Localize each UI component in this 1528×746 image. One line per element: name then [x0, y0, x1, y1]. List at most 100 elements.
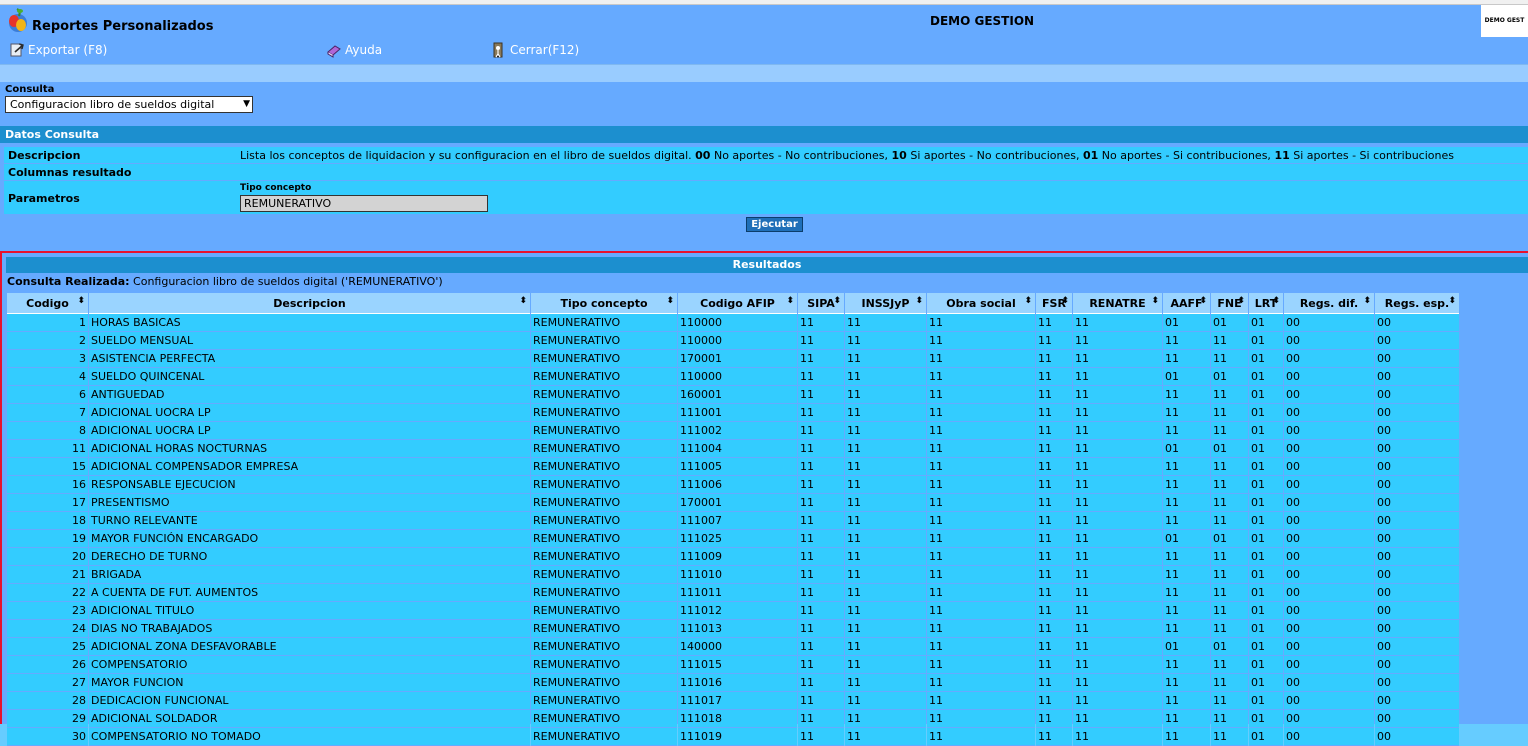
table-cell: 11 [845, 728, 926, 746]
table-cell: 00 [1284, 458, 1374, 476]
table-row[interactable]: 2 SUELDO MENSUAL REMUNERATIVO 110000 11 11 11 1… [7, 332, 1459, 350]
table-row[interactable]: 1 HORAS BASICAS REMUNERATIVO 110000 11 11 11 11… [7, 314, 1459, 332]
table-cell: 00 [1284, 440, 1374, 458]
table-cell: 00 [1375, 548, 1459, 566]
table-cell: 111005 [678, 458, 797, 476]
results-table: Codigo ⬍ Descripcion ⬍ Tipo concepto ⬍ Codigo … [6, 293, 1460, 746]
column-header-fsr[interactable]: FSR ⬍ [1036, 293, 1072, 314]
column-header-sipa[interactable]: SIPA ⬍ [798, 293, 844, 314]
table-cell: 00 [1375, 638, 1459, 656]
table-row[interactable]: 22 A CUENTA DE FUT. AUMENTOS REMUNERATIVO 1… [7, 584, 1459, 602]
table-row[interactable]: 8 ADICIONAL UOCRA LP REMUNERATIVO 111002 11 1… [7, 422, 1459, 440]
table-row[interactable]: 26 COMPENSATORIO REMUNERATIVO 111015 11 11 11 1… [7, 656, 1459, 674]
table-row[interactable]: 16 RESPONSABLE EJECUCION REMUNERATIVO 11100… [7, 476, 1459, 494]
table-cell: ADICIONAL HORAS NOCTURNAS [89, 440, 530, 458]
help-button[interactable]: Ayuda [326, 42, 382, 58]
table-cell: 11 [1036, 422, 1072, 440]
table-cell: 140000 [678, 638, 797, 656]
table-cell: 11 [1163, 674, 1210, 692]
column-header-label: Regs. dif. [1299, 296, 1359, 310]
column-header-regs-dif[interactable]: Regs. dif. ⬍ [1284, 293, 1374, 314]
column-header-label: Tipo concepto [560, 296, 648, 310]
table-cell: 11 [798, 440, 844, 458]
table-cell: 11 [927, 422, 1035, 440]
table-cell: DERECHO DE TURNO [89, 548, 530, 566]
sort-arrows-icon[interactable]: ⬍ [1199, 296, 1207, 306]
table-row[interactable]: 19 MAYOR FUNCIÓN ENCARGADO REMUNERATIVO 111… [7, 530, 1459, 548]
table-row[interactable]: 6 ANTIGUEDAD REMUNERATIVO 160001 11 11 11 11 11 1… [7, 386, 1459, 404]
table-cell: 11 [927, 620, 1035, 638]
table-cell: REMUNERATIVO [531, 494, 677, 512]
sort-arrows-icon[interactable]: ⬍ [786, 296, 794, 306]
consulta-select[interactable]: Configuracion libro de sueldos digital ▼ [5, 96, 253, 113]
column-header-codigo[interactable]: Codigo ⬍ [7, 293, 88, 314]
column-header-tipo-concepto[interactable]: Tipo concepto ⬍ [531, 293, 677, 314]
table-cell: 111016 [678, 674, 797, 692]
table-cell: 11 [798, 656, 844, 674]
tipo-concepto-input[interactable]: REMUNERATIVO [240, 195, 488, 212]
sort-arrows-icon[interactable]: ⬍ [1151, 296, 1159, 306]
table-row[interactable]: 4 SUELDO QUINCENAL REMUNERATIVO 110000 11 11 1… [7, 368, 1459, 386]
column-header-aaff[interactable]: AAFF ⬍ [1163, 293, 1210, 314]
column-header-codigo-afip[interactable]: Codigo AFIP ⬍ [678, 293, 797, 314]
column-header-fne[interactable]: FNE ⬍ [1211, 293, 1248, 314]
table-row[interactable]: 11 ADICIONAL HORAS NOCTURNAS REMUNERATIVO 1… [7, 440, 1459, 458]
sort-arrows-icon[interactable]: ⬍ [915, 296, 923, 306]
table-row[interactable]: 30 COMPENSATORIO NO TOMADO REMUNERATIVO 111… [7, 728, 1459, 746]
table-row[interactable]: 27 MAYOR FUNCION REMUNERATIVO 111016 11 11 11 1… [7, 674, 1459, 692]
table-cell: HORAS BASICAS [89, 314, 530, 332]
table-cell: REMUNERATIVO [531, 674, 677, 692]
table-cell: 11 [845, 638, 926, 656]
sort-arrows-icon[interactable]: ⬍ [666, 296, 674, 306]
column-header-descripcion[interactable]: Descripcion ⬍ [89, 293, 530, 314]
sort-arrows-icon[interactable]: ⬍ [1024, 296, 1032, 306]
table-cell: 01 [1249, 368, 1283, 386]
export-button[interactable]: Exportar (F8) [9, 42, 107, 57]
table-cell: 11 [1073, 620, 1162, 638]
table-row[interactable]: 15 ADICIONAL COMPENSADOR EMPRESA REMUNERAT… [7, 458, 1459, 476]
table-row[interactable]: 29 ADICIONAL SOLDADOR REMUNERATIVO 111018 11… [7, 710, 1459, 728]
table-row[interactable]: 20 DERECHO DE TURNO REMUNERATIVO 111009 11 11… [7, 548, 1459, 566]
table-row[interactable]: 3 ASISTENCIA PERFECTA REMUNERATIVO 170001 11… [7, 350, 1459, 368]
table-cell: 11 [1073, 368, 1162, 386]
table-cell: REMUNERATIVO [531, 548, 677, 566]
column-header-inssjyp[interactable]: INSSJyP ⬍ [845, 293, 926, 314]
table-cell: 11 [845, 530, 926, 548]
sort-arrows-icon[interactable]: ⬍ [833, 296, 841, 306]
table-cell: 11 [798, 530, 844, 548]
sort-arrows-icon[interactable]: ⬍ [1061, 296, 1069, 306]
consulta-label: Consulta [5, 84, 55, 95]
sort-arrows-icon[interactable]: ⬍ [77, 296, 85, 306]
table-cell: 00 [1284, 404, 1374, 422]
descripcion-segment: Si aportes - No contribuciones, [906, 149, 1083, 162]
table-cell: REMUNERATIVO [531, 476, 677, 494]
table-cell: 19 [7, 530, 88, 548]
column-header-regs-esp[interactable]: Regs. esp. ⬍ [1375, 293, 1459, 314]
sort-arrows-icon[interactable]: ⬍ [1237, 296, 1245, 306]
table-cell: 11 [1163, 566, 1210, 584]
table-cell: ANTIGUEDAD [89, 386, 530, 404]
column-header-obra-social[interactable]: Obra social ⬍ [927, 293, 1035, 314]
table-row[interactable]: 21 BRIGADA REMUNERATIVO 111010 11 11 11 11 11 11 1… [7, 566, 1459, 584]
sort-arrows-icon[interactable]: ⬍ [1363, 296, 1371, 306]
column-header-renatre[interactable]: RENATRE ⬍ [1073, 293, 1162, 314]
table-cell: 111011 [678, 584, 797, 602]
table-cell: 01 [1249, 332, 1283, 350]
sort-arrows-icon[interactable]: ⬍ [519, 296, 527, 306]
table-cell: 11 [1073, 350, 1162, 368]
execute-button[interactable]: Ejecutar [746, 217, 803, 232]
column-header-lrt[interactable]: LRT ⬍ [1249, 293, 1283, 314]
table-cell: 00 [1375, 422, 1459, 440]
table-row[interactable]: 7 ADICIONAL UOCRA LP REMUNERATIVO 111001 11 1… [7, 404, 1459, 422]
sort-arrows-icon[interactable]: ⬍ [1272, 296, 1280, 306]
table-cell: 111004 [678, 440, 797, 458]
sort-arrows-icon[interactable]: ⬍ [1448, 296, 1456, 306]
table-cell: 11 [1036, 350, 1072, 368]
close-button[interactable]: Cerrar(F12) [491, 42, 579, 58]
table-row[interactable]: 25 ADICIONAL ZONA DESFAVORABLE REMUNERATIV… [7, 638, 1459, 656]
table-row[interactable]: 18 TURNO RELEVANTE REMUNERATIVO 111007 11 11 1… [7, 512, 1459, 530]
table-row[interactable]: 23 ADICIONAL TITULO REMUNERATIVO 111012 11 11… [7, 602, 1459, 620]
table-row[interactable]: 17 PRESENTISMO REMUNERATIVO 170001 11 11 11 11 1… [7, 494, 1459, 512]
table-row[interactable]: 24 DIAS NO TRABAJADOS REMUNERATIVO 111013 11… [7, 620, 1459, 638]
table-row[interactable]: 28 DEDICACION FUNCIONAL REMUNERATIVO 111017… [7, 692, 1459, 710]
